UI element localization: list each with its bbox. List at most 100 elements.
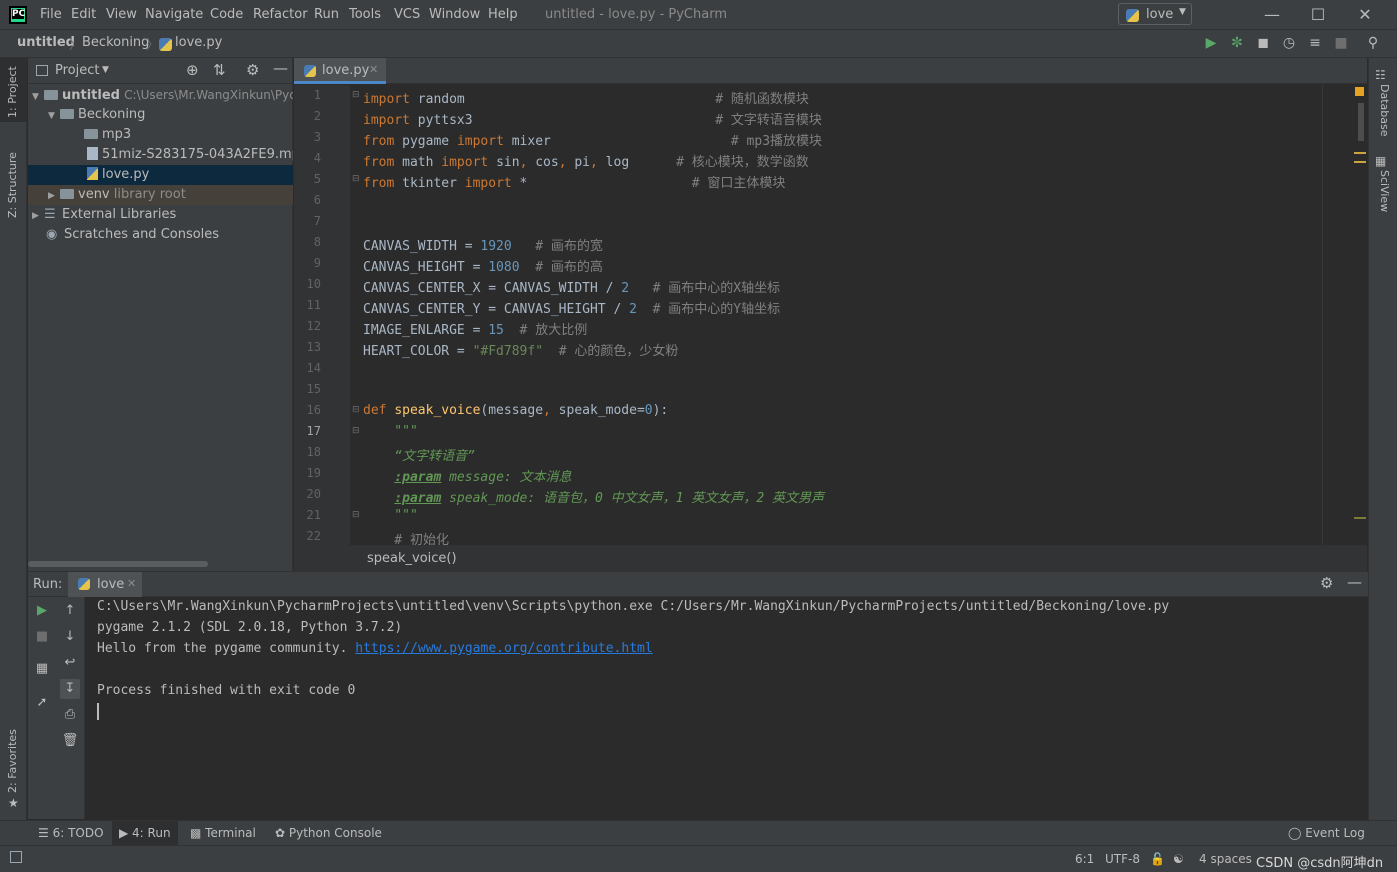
menu-edit[interactable]: Edit xyxy=(71,7,96,22)
locate-file-icon[interactable]: ⊕ xyxy=(186,61,199,79)
fold-icon[interactable]: ⊟ xyxy=(352,426,360,436)
stop-icon[interactable]: ■ xyxy=(1331,33,1351,53)
nav-project[interactable]: untitled xyxy=(17,35,75,50)
collapse-all-icon[interactable]: ⇅ xyxy=(213,61,226,79)
tab-project[interactable]: 1: Project xyxy=(6,66,19,118)
hide-panel-icon[interactable]: — xyxy=(1347,573,1362,591)
menu-vcs[interactable]: VCS xyxy=(394,7,420,22)
run-toolbar-primary: ▶ ■ ▦ ➚ xyxy=(28,597,56,819)
code-token: pygame xyxy=(394,134,457,149)
run-console[interactable]: C:\Users\Mr.WangXinkun\PycharmProjects\u… xyxy=(85,597,1368,819)
project-panel-title[interactable]: Project xyxy=(55,63,99,78)
menu-view[interactable]: View xyxy=(106,7,137,22)
stop-icon[interactable]: ■ xyxy=(32,627,52,647)
run-icon[interactable]: ▶ xyxy=(1201,33,1221,53)
menu-code[interactable]: Code xyxy=(210,7,243,22)
caret-position[interactable]: 6:1 xyxy=(1075,852,1094,866)
indent-setting[interactable]: 4 spaces xyxy=(1199,852,1252,866)
minimize-icon[interactable]: — xyxy=(1261,4,1283,26)
event-log[interactable]: ◯ Event Log xyxy=(1288,826,1365,840)
menu-run[interactable]: Run xyxy=(314,7,339,22)
editor-tab-love-py[interactable]: love.py ✕ xyxy=(294,58,386,84)
up-arrow-icon[interactable]: ↑ xyxy=(60,601,80,621)
debug-icon[interactable]: ✼ xyxy=(1227,33,1247,53)
maximize-icon[interactable]: ☐ xyxy=(1307,4,1329,26)
menu-navigate[interactable]: Navigate xyxy=(145,7,203,22)
code-token: # 核心模块，数学函数 xyxy=(676,155,809,170)
close-tab-icon[interactable]: ✕ xyxy=(369,63,378,76)
close-icon[interactable]: ✕ xyxy=(1354,4,1376,26)
nav-folder[interactable]: Beckoning xyxy=(82,35,149,50)
nav-file[interactable]: love.py xyxy=(175,35,222,50)
fold-icon[interactable]: ⊟ xyxy=(352,510,360,520)
python-icon xyxy=(1126,9,1139,22)
console-link[interactable]: https://www.pygame.org/contribute.html xyxy=(355,641,652,656)
horizontal-scrollbar[interactable] xyxy=(28,561,208,567)
menu-help[interactable]: Help xyxy=(488,7,518,22)
code-line: CANVAS_CENTER_X = CANVAS_WIDTH / 2 # 画布中… xyxy=(363,277,780,296)
tab-structure[interactable]: Z: Structure xyxy=(6,152,19,218)
scroll-to-end-icon[interactable]: ↧ xyxy=(60,679,80,699)
tree-library-hint: library root xyxy=(113,187,186,202)
file-encoding[interactable]: UTF-8 xyxy=(1105,852,1140,866)
down-arrow-icon[interactable]: ↓ xyxy=(60,627,80,647)
menu-refactor[interactable]: Refactor xyxy=(253,7,308,22)
menu-window[interactable]: Window xyxy=(429,7,480,22)
tab-terminal[interactable]: ▩ Terminal xyxy=(190,826,256,840)
fold-icon[interactable]: ⊟ xyxy=(352,90,360,100)
tab-todo[interactable]: ☰ 6: TODO xyxy=(38,826,104,840)
line-number: 16 xyxy=(306,403,321,417)
code-token: CANVAS_CENTER_X = CANVAS_WIDTH / xyxy=(363,281,622,296)
tree-item-venv[interactable]: ▶ venv library root xyxy=(28,185,293,205)
inspector-icon[interactable]: ☯ xyxy=(1173,852,1184,866)
fold-icon[interactable]: ⊟ xyxy=(352,405,360,415)
menu-file[interactable]: File xyxy=(40,7,62,22)
tree-item-untitled[interactable]: ▼ untitled C:\Users\Mr.WangXinkun\Pyc xyxy=(28,85,293,105)
code-editor[interactable]: import random # 随机函数模块 import pyttsx3 # 文… xyxy=(350,85,1367,545)
tree-item-scratches[interactable]: ◉ Scratches and Consoles xyxy=(28,225,293,245)
chevron-down-icon: ▼ xyxy=(1179,7,1186,17)
code-line: CANVAS_CENTER_Y = CANVAS_HEIGHT / 2 # 画布… xyxy=(363,298,780,317)
soft-wrap-icon[interactable]: ↩ xyxy=(60,653,80,673)
code-breadcrumb[interactable]: speak_voice() xyxy=(367,551,457,566)
chevron-down-icon[interactable]: ▼ xyxy=(102,65,109,75)
editor-scrollbar[interactable] xyxy=(1358,103,1364,141)
code-token: CANVAS_CENTER_Y = CANVAS_HEIGHT / xyxy=(363,302,630,317)
layout-icon[interactable]: ▦ xyxy=(32,659,52,679)
fold-icon[interactable]: ⊟ xyxy=(352,174,360,184)
python-file-icon xyxy=(159,38,172,51)
rerun-icon[interactable]: ▶ xyxy=(32,601,52,621)
lock-icon[interactable]: 🔓 xyxy=(1150,852,1165,866)
search-icon[interactable]: ⚲ xyxy=(1363,33,1383,53)
close-tab-icon[interactable]: ✕ xyxy=(127,577,136,590)
tree-item-mp3[interactable]: mp3 xyxy=(28,125,293,145)
tab-database[interactable]: Database xyxy=(1378,84,1391,137)
tree-item-love-py[interactable]: love.py xyxy=(28,165,293,185)
pin-icon[interactable]: ➚ xyxy=(32,693,52,713)
tree-item-external-libraries[interactable]: ▶ ☰ External Libraries xyxy=(28,205,293,225)
tab-sciview[interactable]: SciView xyxy=(1378,170,1391,212)
tab-run[interactable]: ▶ 4: Run xyxy=(112,821,178,845)
coverage-icon[interactable]: ◼ xyxy=(1253,33,1273,53)
tab-python-console[interactable]: ✿ Python Console xyxy=(275,826,382,840)
gear-icon[interactable]: ⚙ xyxy=(246,61,259,79)
gear-icon[interactable]: ⚙ xyxy=(1320,574,1333,592)
toggle-tool-windows-icon[interactable] xyxy=(10,851,22,863)
hide-panel-icon[interactable]: — xyxy=(273,59,288,77)
build-icon[interactable]: ≡ xyxy=(1305,33,1325,53)
trash-icon[interactable]: 🗑 xyxy=(60,731,80,751)
tab-favorites[interactable]: 2: Favorites xyxy=(6,729,19,793)
profile-icon[interactable]: ◷ xyxy=(1279,33,1299,53)
run-config-selector[interactable]: love ▼ xyxy=(1118,3,1192,25)
warning-marker-icon[interactable] xyxy=(1355,87,1364,96)
run-tab-love[interactable]: love ✕ xyxy=(68,572,142,597)
code-token: speak_voice xyxy=(394,403,481,418)
code-token: # mp3播放模块 xyxy=(730,134,823,149)
tree-item-mp3-file[interactable]: 51miz-S283175-043A2FE9.mp3 xyxy=(28,145,293,165)
menu-tools[interactable]: Tools xyxy=(349,7,381,22)
tree-item-beckoning[interactable]: ▼ Beckoning xyxy=(28,105,293,125)
print-icon[interactable]: ⎙ xyxy=(60,705,80,725)
